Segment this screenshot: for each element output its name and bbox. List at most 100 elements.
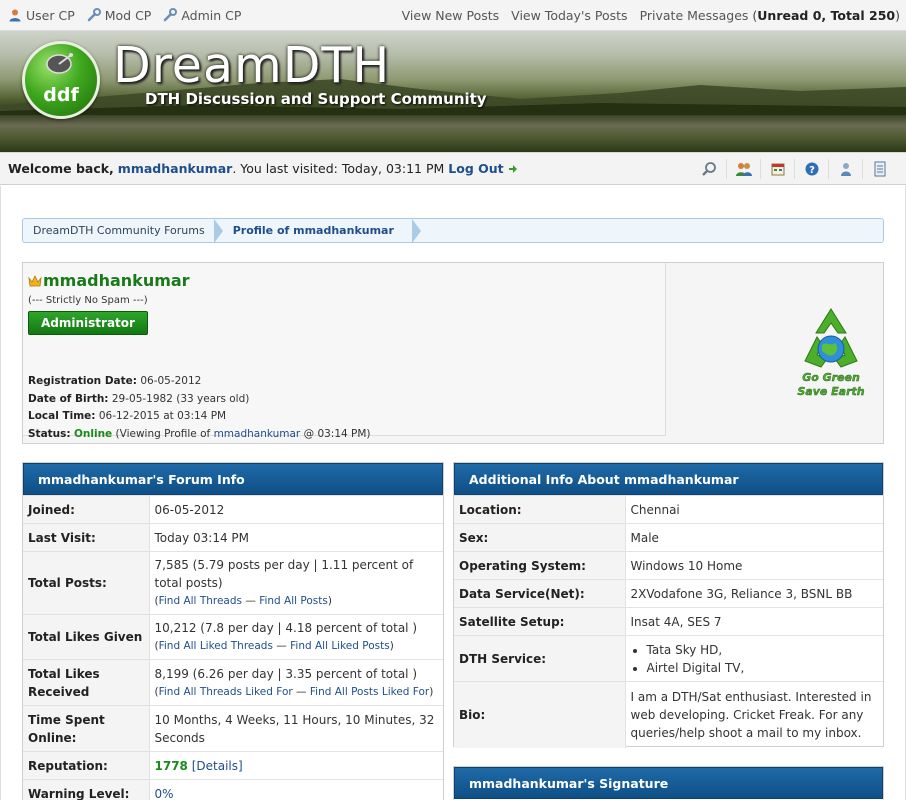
logout-link[interactable]: Log Out <box>448 161 503 176</box>
registration-date-label: Registration Date: <box>28 375 137 387</box>
status-detail-post: @ 03:14 PM) <box>300 427 371 440</box>
forum-info-title: mmadhankumar's Forum Info <box>23 463 443 495</box>
go-green-line1: Go Green <box>802 371 860 384</box>
table-row: Total Likes Given 10,212 (7.8 per day | … <box>23 614 443 660</box>
calendar-icon[interactable] <box>760 158 794 179</box>
os-value: Windows 10 Home <box>625 551 883 580</box>
pm-close-paren: ) <box>895 7 900 23</box>
dth-service-cell: Tata Sky HD, Airtel Digital TV, <box>625 635 883 682</box>
joined-value: 06-05-2012 <box>149 495 443 524</box>
search-icon[interactable] <box>692 159 726 179</box>
welcome-bar: Welcome back, mmadhankumar. You last vis… <box>0 152 906 185</box>
breadcrumb-current: Profile of mmadhankumar <box>223 219 422 243</box>
additional-info-title: Additional Info About mmadhankumar <box>454 463 883 495</box>
location-label: Location: <box>454 495 626 524</box>
site-logo[interactable]: ddf <box>22 41 100 119</box>
table-row: Satellite Setup: Insat 4A, SES 7 <box>454 607 883 636</box>
go-green-line2: Save Earth <box>797 385 864 398</box>
table-row: Data Service(Net): 2XVodafone 3G, Relian… <box>454 579 883 608</box>
brand-name: DreamDTH <box>113 37 391 94</box>
user-cp-link[interactable]: User CP <box>8 8 75 23</box>
find-posts-liked-for-link[interactable]: Find All Posts Liked For <box>310 686 429 698</box>
reputation-cell: 1778 [Details] <box>149 751 443 780</box>
view-todays-posts-link[interactable]: View Today's Posts <box>511 8 627 23</box>
table-row: Last Visit: Today 03:14 PM <box>23 523 443 552</box>
likes-given-label: Total Likes Given <box>23 614 150 660</box>
reputation-details-link[interactable]: [Details] <box>192 759 243 773</box>
find-all-posts-link[interactable]: Find All Posts <box>259 595 328 607</box>
likes-given-value: 10,212 (7.8 per day | 4.18 percent of to… <box>154 621 418 635</box>
likes-received-value: 8,199 (6.26 per day | 3.35 percent of to… <box>154 666 418 681</box>
top-nav-right: View New Posts View Today's Posts Privat… <box>402 8 900 23</box>
help-icon[interactable]: ? <box>794 158 828 179</box>
table-row: Time Spent Online: 10 Months, 4 Weeks, 1… <box>23 705 443 752</box>
dth-service-label: DTH Service: <box>454 635 626 682</box>
welcome-username-link[interactable]: mmadhankumar <box>118 161 233 176</box>
signature-title: mmadhankumar's Signature <box>454 767 883 799</box>
recycle-arrow-top <box>815 308 847 334</box>
bio-value: I am a DTH/Sat enthusiast. Interested in… <box>625 681 883 748</box>
top-nav-bar: User CP Mod CP Admin CP View New Posts V… <box>0 0 906 31</box>
private-messages-link[interactable]: Private Messages <box>640 8 749 23</box>
likes-received-cell: 8,199 (6.26 per day | 3.35 percent of to… <box>149 659 443 706</box>
table-row: Sex: Male <box>454 523 883 552</box>
pm-open-paren: ( <box>748 7 758 23</box>
profile-icon[interactable] <box>828 158 862 179</box>
arrow-right-icon <box>508 165 517 173</box>
mod-cp-label: Mod CP <box>104 7 152 23</box>
breadcrumb-home[interactable]: DreamDTH Community Forums <box>23 219 223 243</box>
welcome-prefix: Welcome back, <box>8 161 114 176</box>
find-threads-liked-for-link[interactable]: Find All Threads Liked For <box>159 686 293 698</box>
status-online: Online <box>73 427 113 440</box>
registration-date-value: 06-05-2012 <box>140 375 202 387</box>
total-posts-label: Total Posts: <box>23 551 150 615</box>
wrench-icon <box>164 8 178 22</box>
local-time-row: Local Time: 06-12-2015 at 03:14 PM <box>28 408 371 426</box>
last-visit-value: Today 03:14 PM <box>149 523 443 552</box>
time-online-value: 10 Months, 4 Weeks, 11 Hours, 10 Minutes… <box>149 705 443 752</box>
administrator-badge: Administrator <box>28 311 148 335</box>
user-cp-label: User CP <box>26 7 75 23</box>
likes-received-links: (Find All Threads Liked For — Find All P… <box>154 685 434 698</box>
find-all-liked-posts-link[interactable]: Find All Liked Posts <box>290 640 390 652</box>
site-banner[interactable]: ddf DreamDTH DTH Discussion and Support … <box>0 31 906 152</box>
pm-counts: Unread 0, Total 250 <box>757 7 896 23</box>
find-all-threads-link[interactable]: Find All Threads <box>159 595 242 607</box>
crown-icon <box>28 274 42 286</box>
warning-level-label: Warning Level: <box>23 779 150 800</box>
notepad-icon[interactable] <box>862 158 896 179</box>
status-profile-link[interactable]: mmadhankumar <box>214 428 301 440</box>
local-time-value: 06-12-2015 at 03:14 PM <box>98 410 227 422</box>
satellite-dish-icon <box>46 53 73 74</box>
total-posts-cell: 7,585 (5.79 posts per day | 1.11 percent… <box>149 551 443 615</box>
dob-label: Date of Birth: <box>28 392 109 405</box>
warning-level-link[interactable]: 0% <box>155 787 174 800</box>
table-row: Warning Level: 0% <box>23 779 443 800</box>
view-new-posts-link[interactable]: View New Posts <box>402 8 500 23</box>
profile-name: mmadhankumar <box>28 271 190 290</box>
reputation-label: Reputation: <box>23 751 150 780</box>
top-nav-left: User CP Mod CP Admin CP <box>8 8 241 23</box>
list-item: Tata Sky HD, <box>647 641 879 659</box>
profile-details: Registration Date: 06-05-2012 Date of Bi… <box>28 373 371 443</box>
private-messages-group: Private Messages (Unread 0, Total 250) <box>640 8 900 23</box>
separator: — <box>292 685 310 698</box>
likes-received-label: Total Likes Received <box>23 659 150 706</box>
welcome-message: Welcome back, mmadhankumar. You last vis… <box>8 161 518 176</box>
table-row: Bio: I am a DTH/Sat enthusiast. Interest… <box>454 681 883 748</box>
find-all-liked-threads-link[interactable]: Find All Liked Threads <box>159 640 273 652</box>
table-row: Total Likes Received 8,199 (6.26 per day… <box>23 659 443 706</box>
data-service-label: Data Service(Net): <box>454 579 626 608</box>
logo-text: ddf <box>43 84 79 106</box>
status-detail-pre: (Viewing Profile of <box>115 427 214 440</box>
svg-text:?: ? <box>809 165 815 176</box>
bio-label: Bio: <box>454 681 626 748</box>
mod-cp-link[interactable]: Mod CP <box>87 7 152 23</box>
likes-given-cell: 10,212 (7.8 per day | 4.18 percent of to… <box>149 614 443 660</box>
list-item: Airtel Digital TV, <box>647 659 879 677</box>
members-icon[interactable] <box>726 158 760 179</box>
admin-cp-link[interactable]: Admin CP <box>163 8 241 23</box>
likes-given-links: (Find All Liked Threads — Find All Liked… <box>154 640 394 652</box>
satellite-setup-label: Satellite Setup: <box>454 607 626 636</box>
additional-info-panel: Additional Info About mmadhankumar Locat… <box>453 462 884 748</box>
